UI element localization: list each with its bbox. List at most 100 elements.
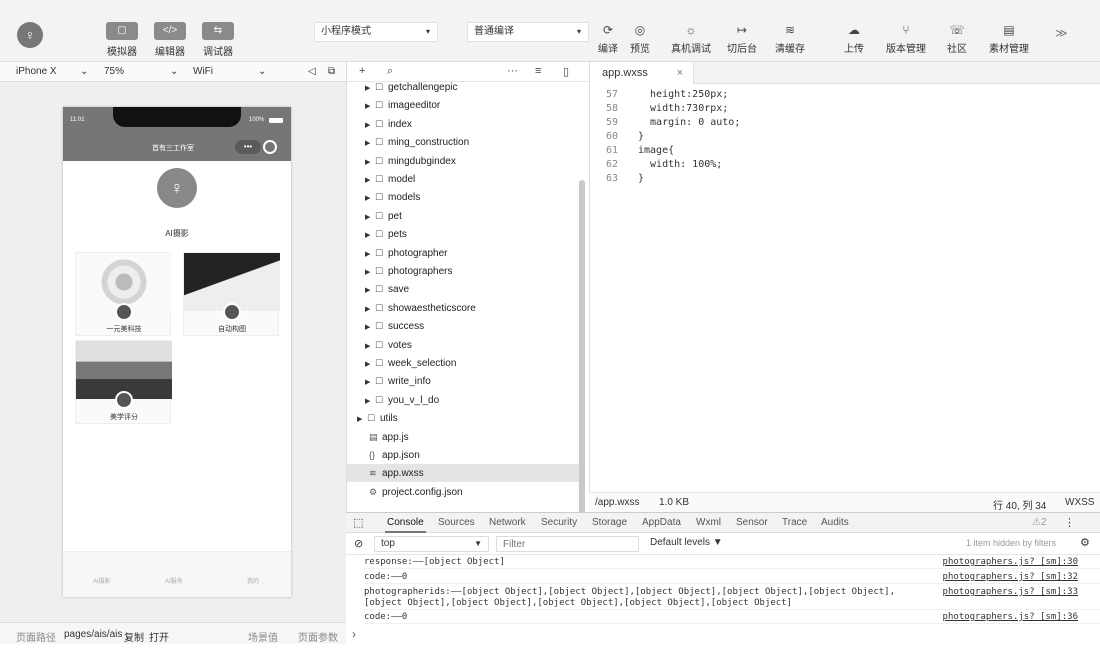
simulator-toggle-button[interactable]: ▢ 模拟器 <box>100 22 144 58</box>
folder-item[interactable]: ▶ ☐ pets <box>347 225 582 243</box>
feature-card[interactable]: 美学评分 <box>75 340 172 424</box>
more-icon[interactable]: ≫ <box>1055 26 1068 40</box>
tab-wxml[interactable]: Wxml <box>696 517 721 528</box>
more-icon[interactable]: ··· <box>507 65 518 77</box>
clear-console-icon[interactable]: ⊘ <box>354 537 363 550</box>
folder-item[interactable]: ▶ ☐ index <box>347 115 582 133</box>
chevron-right-icon[interactable]: ▶ <box>365 264 375 282</box>
tab-storage[interactable]: Storage <box>592 517 627 528</box>
tab-security[interactable]: Security <box>541 517 577 528</box>
log-source-link[interactable]: photographers.js? [sm]:36 <box>943 612 1078 623</box>
code-line[interactable]: 63} <box>590 172 1100 186</box>
mode-select[interactable]: 小程序模式 ▾ <box>314 22 438 42</box>
folder-item[interactable]: ▶ ☐ utils <box>347 409 582 427</box>
code-line[interactable]: 57 height:250px; <box>590 88 1100 102</box>
levels-select[interactable]: Default levels ▼ <box>650 537 723 548</box>
tab-trace[interactable]: Trace <box>782 517 807 528</box>
explorer-scrollbar[interactable] <box>579 180 585 518</box>
chevron-right-icon[interactable]: ▶ <box>365 338 375 356</box>
open-path-link[interactable]: 打开 <box>149 629 169 644</box>
gear-icon[interactable]: ⚙ <box>1080 536 1090 549</box>
background-button[interactable]: ↦ 切后台 <box>717 22 767 55</box>
folder-item[interactable]: ▶ ☐ save <box>347 280 582 298</box>
filter-input[interactable] <box>496 536 639 552</box>
volume-icon[interactable]: ◁ <box>308 66 316 77</box>
chevron-right-icon[interactable]: ▶ <box>365 80 375 98</box>
zoom-select[interactable]: 75% <box>104 66 124 77</box>
chevron-right-icon[interactable]: ▶ <box>365 154 375 172</box>
code-line[interactable]: 59 margin: 0 auto; <box>590 116 1100 130</box>
preview-button[interactable]: ◎ 预览 <box>615 22 665 55</box>
chevron-right-icon[interactable]: ▶ <box>365 117 375 135</box>
close-miniprogram-icon[interactable] <box>263 140 277 154</box>
folder-item[interactable]: ▶ ☐ pet <box>347 207 582 225</box>
file-item[interactable]: ≋ app.wxss <box>347 464 582 483</box>
code-line[interactable]: 60} <box>590 130 1100 144</box>
code-line[interactable]: 58 width:730rpx; <box>590 102 1100 116</box>
tab-network[interactable]: Network <box>489 517 526 528</box>
file-item[interactable]: ▤ app.js <box>347 428 582 446</box>
code-line[interactable]: 61 image{ <box>590 144 1100 158</box>
close-icon[interactable]: × <box>677 62 683 84</box>
feature-card[interactable]: 自动构图 <box>183 252 280 336</box>
tab-app-wxss[interactable]: app.wxss × <box>590 62 694 84</box>
console-prompt[interactable]: › <box>352 627 356 641</box>
split-icon[interactable]: ▯ <box>563 65 569 78</box>
folder-item[interactable]: ▶ ☐ you_v_l_do <box>347 391 582 409</box>
file-language[interactable]: WXSS <box>1065 497 1094 508</box>
feature-card[interactable]: 一元美科技 <box>75 252 172 336</box>
tab-console[interactable]: Console <box>385 517 426 533</box>
chevron-right-icon[interactable]: ▶ <box>357 411 367 429</box>
copy-path-link[interactable]: 复制 <box>124 629 144 644</box>
popout-icon[interactable]: ⧉ <box>328 66 335 77</box>
chevron-right-icon[interactable]: ▶ <box>365 135 375 153</box>
page-params-button[interactable]: 页面参数 <box>298 629 338 644</box>
chevron-right-icon[interactable]: ▶ <box>365 209 375 227</box>
folder-item[interactable]: ▶ ☐ models <box>347 188 582 206</box>
chevron-right-icon[interactable]: ▶ <box>365 319 375 337</box>
compile-select[interactable]: 普通编译 ▾ <box>467 22 589 42</box>
version-button[interactable]: ⑂ 版本管理 <box>881 22 931 55</box>
network-select[interactable]: WiFi <box>193 66 213 77</box>
menu-icon[interactable]: ⋮ <box>1064 516 1075 529</box>
chevron-down-icon[interactable]: ⌄ <box>258 66 266 77</box>
chevron-right-icon[interactable]: ▶ <box>365 227 375 245</box>
folder-item[interactable]: ▶ ☐ photographer <box>347 244 582 262</box>
material-button[interactable]: ▤ 素材管理 <box>984 22 1034 55</box>
cursor-position[interactable]: 行 40, 列 34 <box>993 497 1046 512</box>
chevron-right-icon[interactable]: ▶ <box>365 190 375 208</box>
chevron-right-icon[interactable]: ▶ <box>365 356 375 374</box>
add-icon[interactable]: + <box>359 65 365 77</box>
chevron-right-icon[interactable]: ▶ <box>365 282 375 300</box>
chevron-down-icon[interactable]: ⌄ <box>80 66 88 77</box>
clear-cache-button[interactable]: ≋ 清缓存 <box>765 22 815 55</box>
tab-audits[interactable]: Audits <box>821 517 849 528</box>
folder-item[interactable]: ▶ ☐ votes <box>347 336 582 354</box>
inspect-icon[interactable]: ⬚ <box>353 516 363 529</box>
warning-count[interactable]: ⚠2 <box>1032 517 1047 528</box>
editor-toggle-button[interactable]: </> 编辑器 <box>148 22 192 58</box>
folder-item[interactable]: ▶ ☐ write_info <box>347 372 582 390</box>
tab-ai-photo[interactable]: AI摄影 <box>93 576 111 585</box>
chevron-right-icon[interactable]: ▶ <box>365 98 375 116</box>
file-item[interactable]: ⚙ project.config.json <box>347 483 582 501</box>
chevron-down-icon[interactable]: ⌄ <box>170 66 178 77</box>
debugger-toggle-button[interactable]: ⇆ 调试器 <box>196 22 240 58</box>
community-button[interactable]: ☏ 社区 <box>932 22 982 55</box>
folder-item[interactable]: ▶ ☐ ming_construction <box>347 133 582 151</box>
folder-item[interactable]: ▶ ☐ showaestheticscore <box>347 299 582 317</box>
log-source-link[interactable]: photographers.js? [sm]:30 <box>943 557 1078 568</box>
folder-item[interactable]: ▶ ☐ imageeditor <box>347 96 582 114</box>
folder-item[interactable]: ▶ ☐ model <box>347 170 582 188</box>
folder-item[interactable]: ▶ ☐ getchallengepic <box>347 78 582 96</box>
tab-sensor[interactable]: Sensor <box>736 517 768 528</box>
tab-mine[interactable]: 我的 <box>247 576 259 585</box>
folder-item[interactable]: ▶ ☐ mingdubgindex <box>347 152 582 170</box>
tab-ai-service[interactable]: AI服务 <box>165 576 183 585</box>
file-item[interactable]: {} app.json <box>347 446 582 464</box>
scene-button[interactable]: 场景值 <box>248 629 278 644</box>
folder-item[interactable]: ▶ ☐ success <box>347 317 582 335</box>
code-line[interactable]: 62 width: 100%; <box>590 158 1100 172</box>
upload-button[interactable]: ☁ 上传 <box>829 22 879 55</box>
folder-item[interactable]: ▶ ☐ photographers <box>347 262 582 280</box>
